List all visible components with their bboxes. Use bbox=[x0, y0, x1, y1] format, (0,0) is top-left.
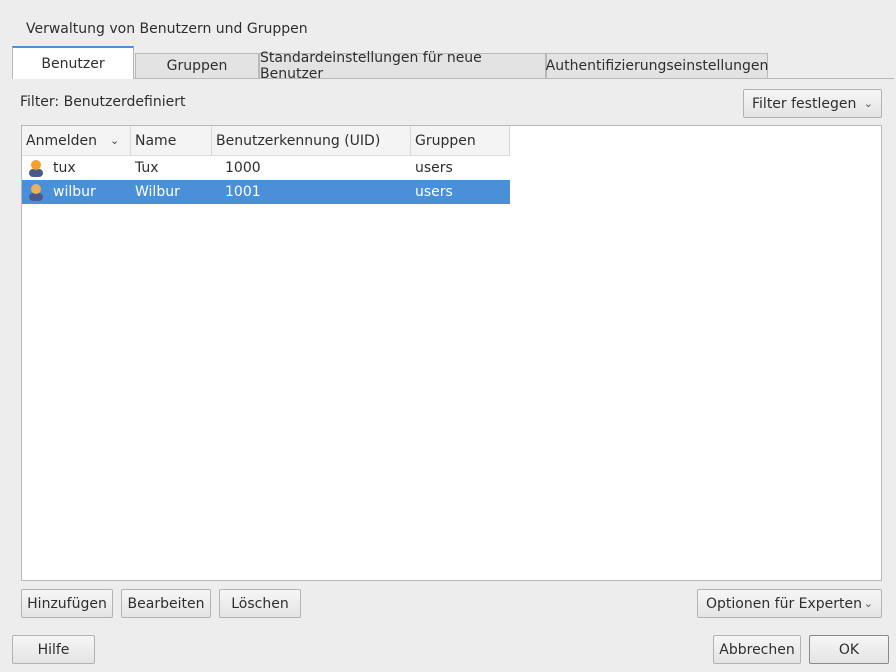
chevron-down-icon: ⌄ bbox=[863, 97, 873, 110]
cell-uid: 1001 bbox=[225, 184, 261, 200]
table-row[interactable]: wilbur Wilbur 1001 users bbox=[22, 180, 510, 204]
table-header: Anmelden ⌄ Name Benutzerkennung (UID) Gr… bbox=[22, 126, 510, 156]
user-icon bbox=[29, 184, 43, 201]
add-button[interactable]: Hinzufügen bbox=[21, 589, 113, 618]
expert-options-button[interactable]: Optionen für Experten ⌄ bbox=[697, 589, 882, 618]
user-icon bbox=[29, 160, 43, 177]
chevron-down-icon: ⌄ bbox=[863, 597, 873, 610]
delete-button[interactable]: Löschen bbox=[219, 589, 301, 618]
cell-uid: 1000 bbox=[225, 160, 261, 176]
expert-options-label: Optionen für Experten bbox=[706, 595, 863, 612]
sort-chevron-icon: ⌄ bbox=[110, 134, 120, 147]
tab-bar: Benutzer Gruppen Standardeinstellungen f… bbox=[12, 46, 894, 82]
help-button[interactable]: Hilfe bbox=[12, 635, 95, 664]
cell-groups: users bbox=[415, 160, 453, 176]
tab-authentifizierung[interactable]: Authentifizierungseinstellungen bbox=[546, 53, 768, 78]
table-row[interactable]: tux Tux 1000 users bbox=[22, 156, 510, 180]
cell-name: Tux bbox=[135, 160, 159, 176]
window-title: Verwaltung von Benutzern und Gruppen bbox=[26, 21, 308, 37]
filter-label: Filter: Benutzerdefiniert bbox=[20, 94, 186, 110]
cell-login: tux bbox=[53, 160, 76, 176]
edit-button[interactable]: Bearbeiten bbox=[121, 589, 211, 618]
tab-standardeinstellungen[interactable]: Standardeinstellungen für neue Benutzer bbox=[259, 50, 546, 82]
column-header-name[interactable]: Name bbox=[131, 126, 212, 155]
cancel-button[interactable]: Abbrechen bbox=[713, 635, 801, 664]
column-header-anmelden[interactable]: Anmelden ⌄ bbox=[22, 126, 131, 155]
cell-login: wilbur bbox=[53, 184, 96, 200]
column-header-label: Anmelden bbox=[26, 133, 97, 149]
column-header-uid[interactable]: Benutzerkennung (UID) bbox=[212, 126, 411, 155]
filter-festlegen-button[interactable]: Filter festlegen ⌄ bbox=[743, 89, 882, 118]
ok-button[interactable]: OK bbox=[809, 635, 889, 664]
users-table[interactable]: Anmelden ⌄ Name Benutzerkennung (UID) Gr… bbox=[21, 125, 882, 581]
filter-festlegen-label: Filter festlegen bbox=[752, 95, 857, 112]
cell-name: Wilbur bbox=[135, 184, 180, 200]
cell-groups: users bbox=[415, 184, 453, 200]
tab-gruppen[interactable]: Gruppen bbox=[135, 53, 259, 78]
column-header-gruppen[interactable]: Gruppen bbox=[411, 126, 510, 155]
tab-benutzer[interactable]: Benutzer bbox=[12, 46, 134, 79]
